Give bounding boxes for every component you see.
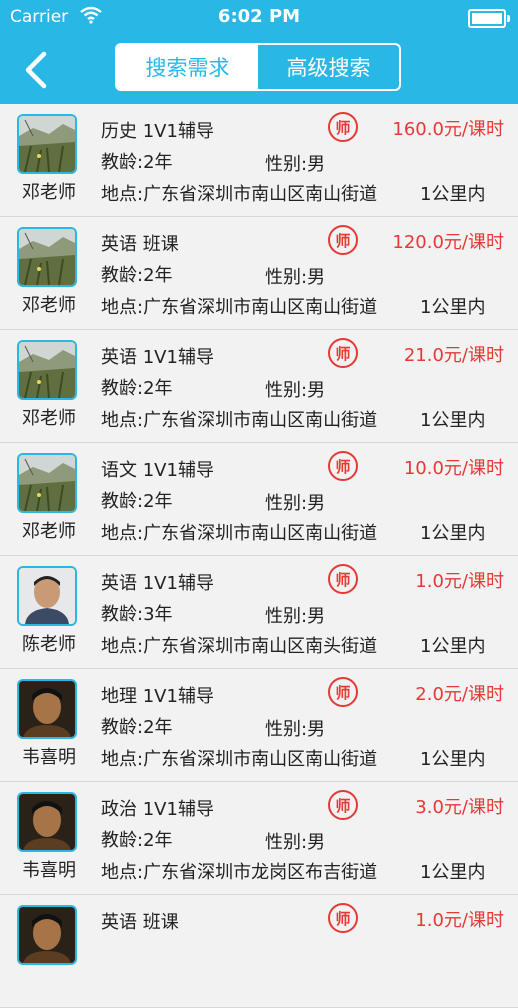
teacher-name: 邓老师: [22, 182, 76, 203]
list-item[interactable]: 韦喜明 政治 1V1辅导 师 3.0元/课时 教龄:2年 性别:男 地点:广东省…: [0, 782, 518, 895]
status-bar: Carrier 6:02 PM: [0, 0, 518, 36]
distance: 1公里内: [420, 862, 486, 883]
teacher-badge-icon: 师: [328, 112, 358, 142]
clock: 6:02 PM: [217, 6, 301, 27]
address: 地点:广东省深圳市南山区南山街道: [101, 749, 378, 770]
teacher-badge-icon: 师: [328, 903, 358, 933]
teacher-badge-icon: 师: [328, 225, 358, 255]
back-button[interactable]: [18, 48, 58, 92]
address: 地点:广东省深圳市南山区南山街道: [101, 184, 378, 205]
address: 地点:广东省深圳市龙岗区布吉街道: [101, 862, 378, 883]
address: 地点:广东省深圳市南山区南头街道: [101, 636, 378, 657]
price: 1.0元/课时: [415, 571, 504, 592]
battery-icon: [468, 9, 510, 28]
search-mode-segmented-control: 搜索需求 高级搜索: [115, 43, 401, 91]
distance: 1公里内: [420, 523, 486, 544]
teaching-experience: 教龄:2年: [101, 378, 173, 399]
list-item[interactable]: 邓老师 语文 1V1辅导 师 10.0元/课时 教龄:2年 性别:男 地点:广东…: [0, 443, 518, 556]
teacher-name: 邓老师: [22, 408, 76, 429]
course-title: 英语 班课: [101, 912, 179, 933]
list-item[interactable]: 邓老师 英语 1V1辅导 师 21.0元/课时 教龄:2年 性别:男 地点:广东…: [0, 330, 518, 443]
avatar: [17, 792, 77, 852]
address: 地点:广东省深圳市南山区南山街道: [101, 297, 378, 318]
teaching-experience: 教龄:3年: [101, 604, 173, 625]
course-title: 历史 1V1辅导: [101, 121, 214, 142]
gender: 性别:男: [265, 493, 326, 514]
teacher-badge-icon: 师: [328, 677, 358, 707]
distance: 1公里内: [420, 410, 486, 431]
teacher-name: 邓老师: [22, 295, 76, 316]
course-title: 政治 1V1辅导: [101, 799, 214, 820]
price: 160.0元/课时: [392, 119, 504, 140]
teaching-experience: 教龄:2年: [101, 830, 173, 851]
avatar: [17, 679, 77, 739]
price: 120.0元/课时: [392, 232, 504, 253]
list-item[interactable]: 邓老师 英语 班课 师 120.0元/课时 教龄:2年 性别:男 地点:广东省深…: [0, 217, 518, 330]
gender: 性别:男: [265, 606, 326, 627]
avatar: [17, 453, 77, 513]
price: 10.0元/课时: [403, 458, 504, 479]
tab-search-demand[interactable]: 搜索需求: [117, 45, 258, 89]
gender: 性别:男: [265, 267, 326, 288]
teacher-name: 陈老师: [22, 634, 76, 655]
price: 1.0元/课时: [415, 910, 504, 931]
teacher-list: 邓老师 历史 1V1辅导 师 160.0元/课时 教龄:2年 性别:男 地点:广…: [0, 104, 518, 1008]
teacher-name: 韦喜明: [22, 747, 76, 768]
tab-advanced-search[interactable]: 高级搜索: [258, 45, 399, 89]
teaching-experience: 教龄:2年: [101, 265, 173, 286]
teacher-name: 邓老师: [22, 521, 76, 542]
address: 地点:广东省深圳市南山区南山街道: [101, 410, 378, 431]
avatar: [17, 227, 77, 287]
list-item[interactable]: 陈老师 英语 1V1辅导 师 1.0元/课时 教龄:3年 性别:男 地点:广东省…: [0, 556, 518, 669]
avatar: [17, 905, 77, 965]
distance: 1公里内: [420, 749, 486, 770]
price: 21.0元/课时: [403, 345, 504, 366]
distance: 1公里内: [420, 636, 486, 657]
course-title: 地理 1V1辅导: [101, 686, 214, 707]
course-title: 语文 1V1辅导: [101, 460, 214, 481]
avatar: [17, 340, 77, 400]
list-item[interactable]: 韦喜明 地理 1V1辅导 师 2.0元/课时 教龄:2年 性别:男 地点:广东省…: [0, 669, 518, 782]
list-item[interactable]: 英语 班课 师 1.0元/课时: [0, 895, 518, 1008]
course-title: 英语 1V1辅导: [101, 573, 214, 594]
list-item[interactable]: 邓老师 历史 1V1辅导 师 160.0元/课时 教龄:2年 性别:男 地点:广…: [0, 104, 518, 217]
gender: 性别:男: [265, 832, 326, 853]
course-title: 英语 班课: [101, 234, 179, 255]
avatar: [17, 566, 77, 626]
price: 2.0元/课时: [415, 684, 504, 705]
teaching-experience: 教龄:2年: [101, 491, 173, 512]
teaching-experience: 教龄:2年: [101, 152, 173, 173]
teacher-badge-icon: 师: [328, 790, 358, 820]
avatar: [17, 114, 77, 174]
teacher-name: 韦喜明: [22, 860, 76, 881]
teacher-badge-icon: 师: [328, 564, 358, 594]
chevron-left-icon: [25, 51, 47, 89]
address: 地点:广东省深圳市南山区南山街道: [101, 523, 378, 544]
price: 3.0元/课时: [415, 797, 504, 818]
gender: 性别:男: [265, 719, 326, 740]
gender: 性别:男: [265, 380, 326, 401]
nav-bar: Carrier 6:02 PM 搜索需求 高级搜索: [0, 0, 518, 104]
gender: 性别:男: [265, 154, 326, 175]
distance: 1公里内: [420, 184, 486, 205]
teacher-badge-icon: 师: [328, 451, 358, 481]
distance: 1公里内: [420, 297, 486, 318]
course-title: 英语 1V1辅导: [101, 347, 214, 368]
teaching-experience: 教龄:2年: [101, 717, 173, 738]
teacher-badge-icon: 师: [328, 338, 358, 368]
